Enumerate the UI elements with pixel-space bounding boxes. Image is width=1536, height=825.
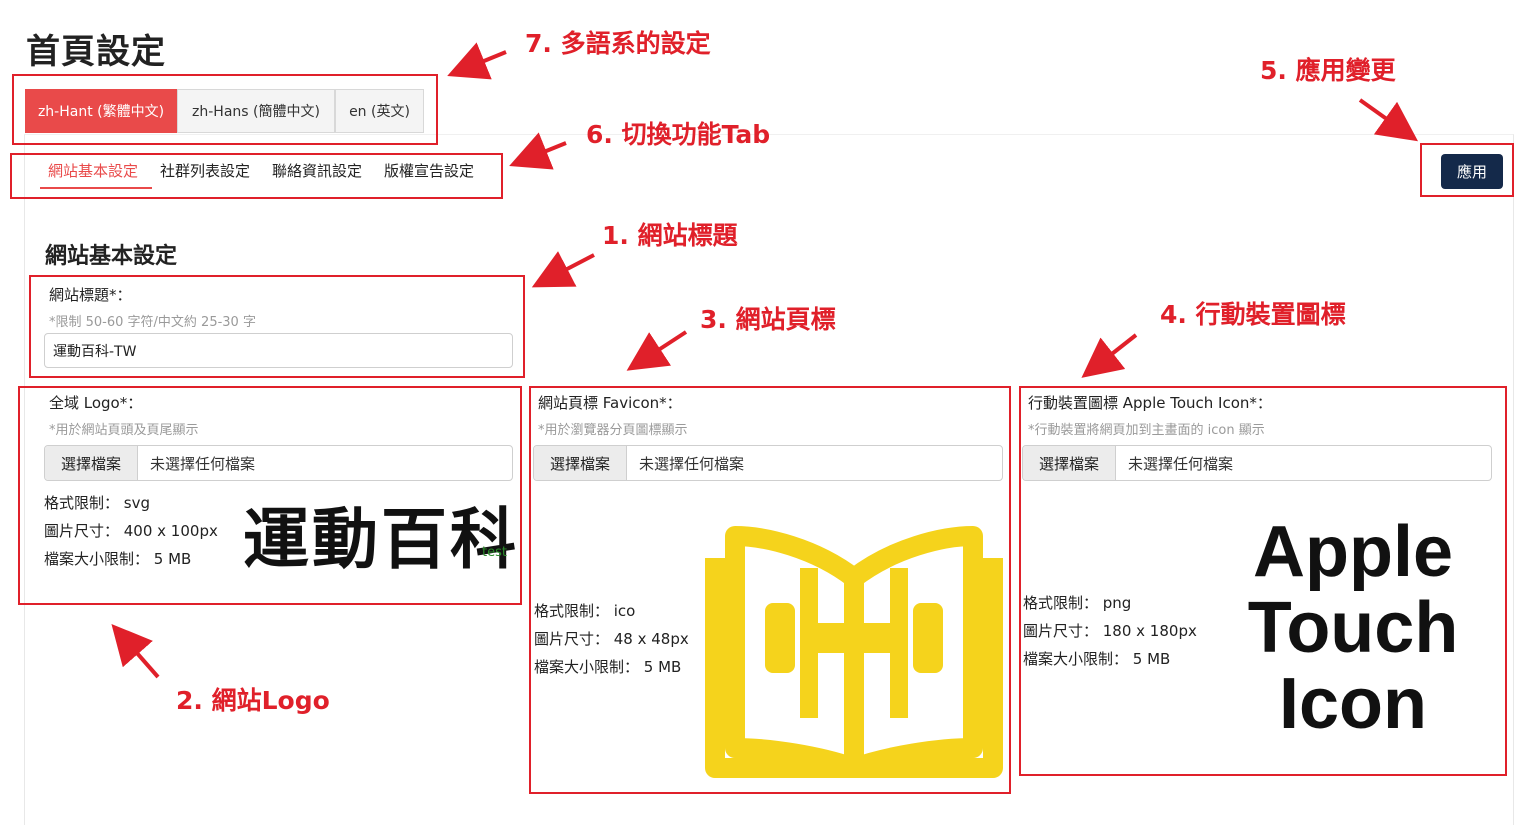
arrow-to-language-tabs [447,42,507,80]
arrow-to-apply-button [1358,98,1419,142]
arrow-to-favicon [626,330,688,371]
arrow-to-logo [111,623,160,679]
annotation-arrows [111,42,1419,679]
arrow-to-site-title [531,251,595,288]
arrow-to-sub-tabs [509,132,567,170]
arrow-to-apple-icon [1081,333,1138,378]
